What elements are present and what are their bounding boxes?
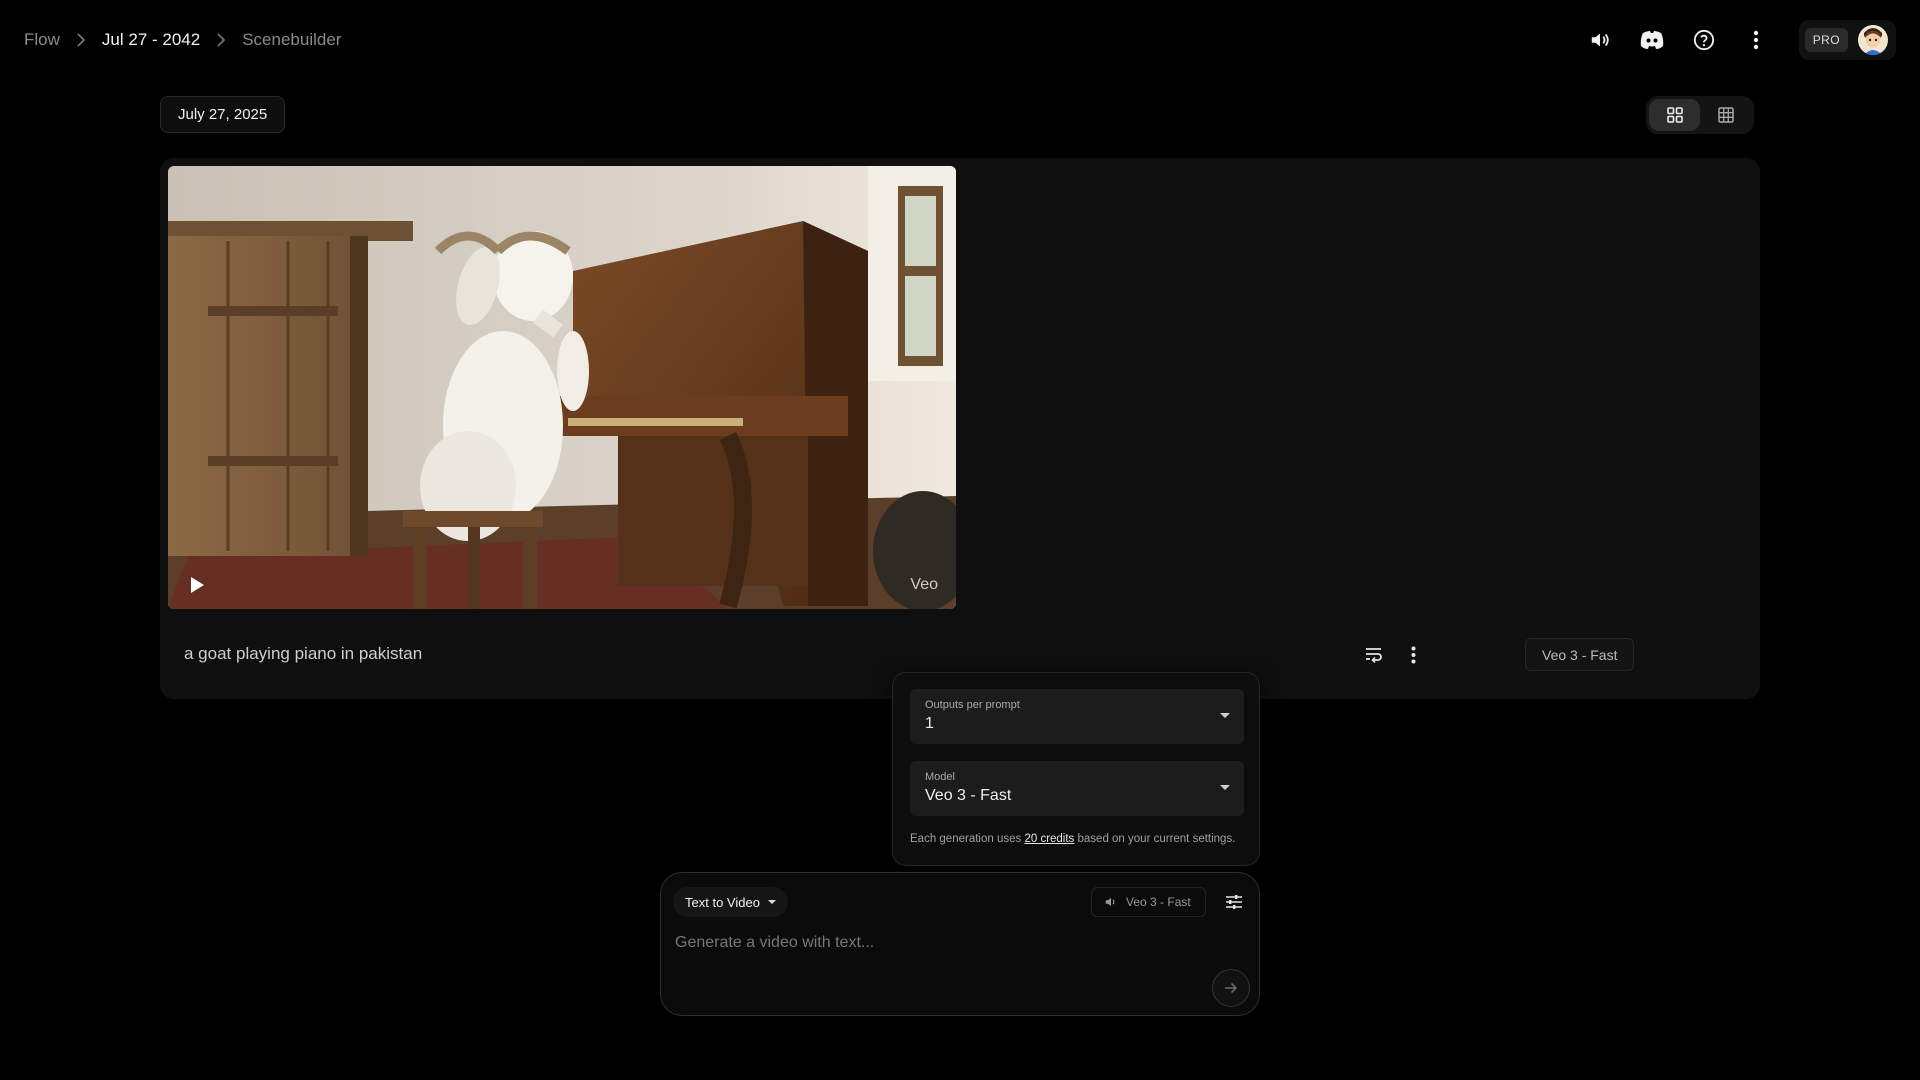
date-chip[interactable]: July 27, 2025	[160, 96, 286, 133]
model-select[interactable]: Model Veo 3 - Fast	[910, 761, 1244, 816]
header-actions: PRO	[1583, 20, 1896, 60]
breadcrumb-flow[interactable]: Flow	[24, 30, 60, 50]
model-badge: Veo 3 - Fast	[1525, 638, 1635, 671]
pro-badge: PRO	[1804, 28, 1848, 52]
prompt-composer: Text to Video Veo 3 - Fast	[660, 872, 1260, 1016]
volume-icon	[1105, 897, 1115, 907]
tune-settings-icon[interactable]	[1221, 889, 1247, 915]
arrow-right-icon	[1225, 982, 1238, 994]
credits-note: Each generation uses 20 credits based on…	[910, 833, 1235, 845]
composer-model-button[interactable]: Veo 3 - Fast	[1091, 887, 1206, 917]
grid-view-icon[interactable]	[1649, 99, 1700, 131]
mode-select[interactable]: Text to Video	[673, 887, 788, 917]
card-more-icon[interactable]	[1396, 638, 1430, 672]
play-icon[interactable]	[186, 574, 208, 596]
top-bar: Flow Jul 27 - 2042 Scenebuilder PRO	[0, 0, 1920, 78]
avatar[interactable]	[1858, 25, 1888, 55]
outputs-per-prompt-select[interactable]: Outputs per prompt 1	[910, 689, 1244, 744]
help-icon[interactable]	[1687, 23, 1721, 57]
more-vert-icon[interactable]	[1739, 23, 1773, 57]
model-label: Model	[925, 771, 955, 783]
prompt-input[interactable]	[675, 928, 1195, 958]
model-value: Veo 3 - Fast	[925, 787, 1012, 804]
outputs-label: Outputs per prompt	[925, 699, 1020, 711]
chevron-right-icon	[214, 33, 228, 47]
composer-model-label: Veo 3 - Fast	[1126, 895, 1191, 909]
video-thumbnail[interactable]: Veo	[168, 166, 956, 609]
view-toggle	[1646, 96, 1754, 134]
breadcrumb: Flow Jul 27 - 2042 Scenebuilder	[24, 26, 341, 54]
veo-watermark: Veo	[910, 576, 938, 593]
credits-text-after: based on your current settings.	[1074, 833, 1236, 845]
dropdown-caret-icon	[767, 900, 776, 904]
result-card: Veo a goat playing piano in pakistan Veo…	[160, 158, 1760, 699]
discord-icon[interactable]	[1635, 23, 1669, 57]
dropdown-caret-icon	[1220, 785, 1230, 790]
send-button[interactable]	[1212, 969, 1250, 1007]
chevron-right-icon	[74, 33, 88, 47]
account-group[interactable]: PRO	[1798, 20, 1896, 60]
settings-popover: Outputs per prompt 1 Model Veo 3 - Fast …	[892, 672, 1260, 866]
volume-icon[interactable]	[1583, 23, 1617, 57]
breadcrumb-project[interactable]: Jul 27 - 2042	[102, 30, 200, 50]
dropdown-caret-icon	[1220, 713, 1230, 718]
reuse-prompt-icon[interactable]	[1357, 638, 1391, 672]
goat-piano-image	[168, 166, 956, 609]
breadcrumb-scenebuilder[interactable]: Scenebuilder	[242, 30, 341, 50]
table-view-icon[interactable]	[1700, 99, 1751, 131]
credits-link[interactable]: 20 credits	[1024, 833, 1074, 845]
credits-text-before: Each generation uses	[910, 833, 1025, 845]
mode-label: Text to Video	[685, 894, 760, 910]
prompt-text: a goat playing piano in pakistan	[184, 644, 423, 663]
outputs-value: 1	[925, 715, 934, 732]
